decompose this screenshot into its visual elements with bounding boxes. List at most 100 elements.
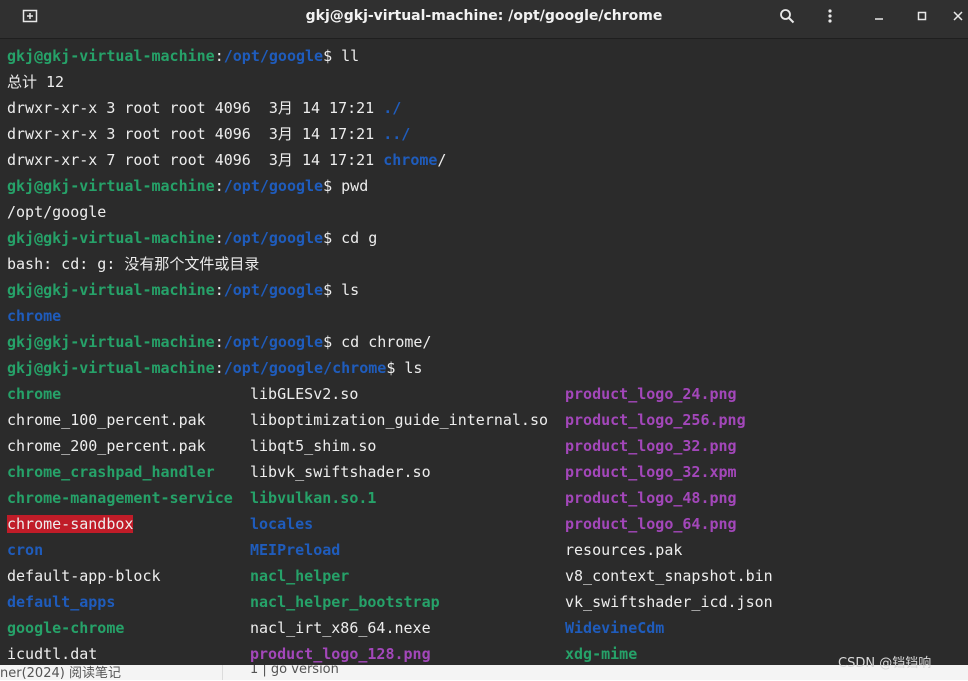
command-text: cd chrome/ [341, 333, 432, 351]
file-name: product_logo_48.png [565, 489, 737, 507]
prompt-path: /opt/google [223, 229, 324, 247]
ll-meta: drwxr-xr-x 7 root root 4096 3月 14 17:21 [7, 151, 384, 169]
file-entry: product_logo_128.png [250, 641, 548, 665]
prompt-path: /opt/google [223, 333, 324, 351]
output-line: 总计 12 [7, 73, 65, 91]
prompt-user: gkj@gkj-virtual-machine [7, 333, 215, 351]
file-name: product_logo_32.xpm [565, 463, 737, 481]
prompt-colon: : [214, 177, 224, 195]
file-name: google-chrome [7, 619, 125, 637]
file-entry: resources.pak [565, 537, 773, 563]
file-entry: product_logo_256.png [565, 407, 773, 433]
file-entry: chrome-management-service [7, 485, 233, 511]
close-icon[interactable] [944, 4, 968, 28]
file-name: chrome-management-service [7, 489, 233, 507]
file-entry: icudtl.dat [7, 641, 233, 665]
ls-output: chrome [7, 307, 62, 325]
title-bar[interactable]: gkj@gkj-virtual-machine: /opt/google/chr… [0, 0, 968, 39]
file-entry: chrome-sandbox [7, 511, 233, 537]
file-name: product_logo_128.png [250, 645, 431, 663]
file-name: chrome_100_percent.pak [7, 411, 206, 429]
ls-file-listing: chrome chrome_100_percent.pak chrome_200_p… [7, 381, 968, 663]
command-line: gkj@gkj-virtual-machine:/opt/google$ cd … [7, 225, 968, 251]
ls-column: chrome chrome_100_percent.pak chrome_200_p… [7, 381, 233, 665]
file-name: libvk_swiftshader.so [250, 463, 431, 481]
file-name: product_logo_64.png [565, 515, 737, 533]
file-entry: libGLESv2.so [250, 381, 548, 407]
file-name: WidevineCdm [565, 619, 665, 637]
file-name: chrome_200_percent.pak [7, 437, 206, 455]
prompt-colon: : [214, 333, 224, 351]
file-name: default-app-block [7, 567, 161, 585]
prompt-colon: : [214, 47, 224, 65]
prompt-suffix: $ [323, 229, 342, 247]
file-name: cron [7, 541, 44, 559]
file-name: locales [250, 515, 314, 533]
file-name: default_apps [7, 593, 116, 611]
file-entry: chrome_200_percent.pak [7, 433, 233, 459]
command-line: gkj@gkj-virtual-machine:/opt/google/chro… [7, 355, 968, 381]
file-entry: nacl_irt_x86_64.nexe [250, 615, 548, 641]
prompt-suffix: $ [323, 177, 342, 195]
file-entry: default-app-block [7, 563, 233, 589]
file-entry: product_logo_48.png [565, 485, 773, 511]
maximize-icon[interactable] [908, 4, 936, 28]
command-line: gkj@gkj-virtual-machine:/opt/google$ pwd [7, 173, 968, 199]
prompt-user: gkj@gkj-virtual-machine [7, 229, 215, 247]
ll-row: drwxr-xr-x 3 root root 4096 3月 14 17:21 … [7, 121, 968, 147]
error-line: bash: cd: g: 没有那个文件或目录 [7, 255, 260, 273]
file-name: chrome-sandbox [7, 515, 134, 533]
ls-column: product_logo_24.png product_logo_256.png p… [565, 381, 773, 665]
file-name: nacl_helper_bootstrap [250, 593, 440, 611]
file-name: v8_context_snapshot.bin [565, 567, 773, 585]
command-line: gkj@gkj-virtual-machine:/opt/google$ ls [7, 277, 968, 303]
file-entry: MEIPreload [250, 537, 548, 563]
minimize-icon[interactable] [865, 4, 893, 28]
file-entry: product_logo_32.png [565, 433, 773, 459]
prompt-path: /opt/google/chrome [223, 359, 387, 377]
file-name: nacl_irt_x86_64.nexe [250, 619, 431, 637]
file-entry: chrome_crashpad_handler [7, 459, 233, 485]
prompt-user: gkj@gkj-virtual-machine [7, 281, 215, 299]
prompt-path: /opt/google [223, 281, 324, 299]
file-entry: xdg-mime [565, 641, 773, 665]
command-text: ls [404, 359, 423, 377]
file-name: libGLESv2.so [250, 385, 359, 403]
file-entry: v8_context_snapshot.bin [565, 563, 773, 589]
file-entry: product_logo_32.xpm [565, 459, 773, 485]
file-name: resources.pak [565, 541, 683, 559]
file-entry: chrome [7, 381, 233, 407]
command-text: pwd [341, 177, 369, 195]
terminal-window[interactable]: gkj@gkj-virtual-machine: /opt/google/chr… [0, 0, 968, 665]
file-entry: locales [250, 511, 548, 537]
prompt-user: gkj@gkj-virtual-machine [7, 359, 215, 377]
file-name: product_logo_256.png [565, 411, 746, 429]
prompt-path: /opt/google [223, 47, 324, 65]
file-name: MEIPreload [250, 541, 341, 559]
prompt-suffix: $ [323, 333, 342, 351]
file-entry: google-chrome [7, 615, 233, 641]
file-name: icudtl.dat [7, 645, 98, 663]
prompt-suffix: $ [323, 47, 342, 65]
prompt-user: gkj@gkj-virtual-machine [7, 177, 215, 195]
prompt-colon: : [214, 229, 224, 247]
prompt-suffix: $ [386, 359, 405, 377]
hamburger-menu-icon[interactable] [816, 4, 844, 28]
ll-meta: drwxr-xr-x 3 root root 4096 3月 14 17:21 [7, 125, 384, 143]
file-name: chrome [7, 385, 62, 403]
watermark: CSDN @铛铛响 [838, 656, 932, 671]
file-name: vk_swiftshader_icd.json [565, 593, 773, 611]
file-entry: nacl_helper [250, 563, 548, 589]
ll-name: ../ [383, 125, 411, 143]
command-line: gkj@gkj-virtual-machine:/opt/google$ cd … [7, 329, 968, 355]
file-entry: WidevineCdm [565, 615, 773, 641]
file-name: xdg-mime [565, 645, 638, 663]
prompt-colon: : [214, 359, 224, 377]
file-entry: product_logo_64.png [565, 511, 773, 537]
file-entry: libqt5_shim.so [250, 433, 548, 459]
terminal-output[interactable]: gkj@gkj-virtual-machine:/opt/google$ ll … [7, 43, 968, 663]
command-text: ll [341, 47, 360, 65]
search-icon[interactable] [773, 4, 801, 28]
command-text: ls [341, 281, 360, 299]
file-entry: vk_swiftshader_icd.json [565, 589, 773, 615]
